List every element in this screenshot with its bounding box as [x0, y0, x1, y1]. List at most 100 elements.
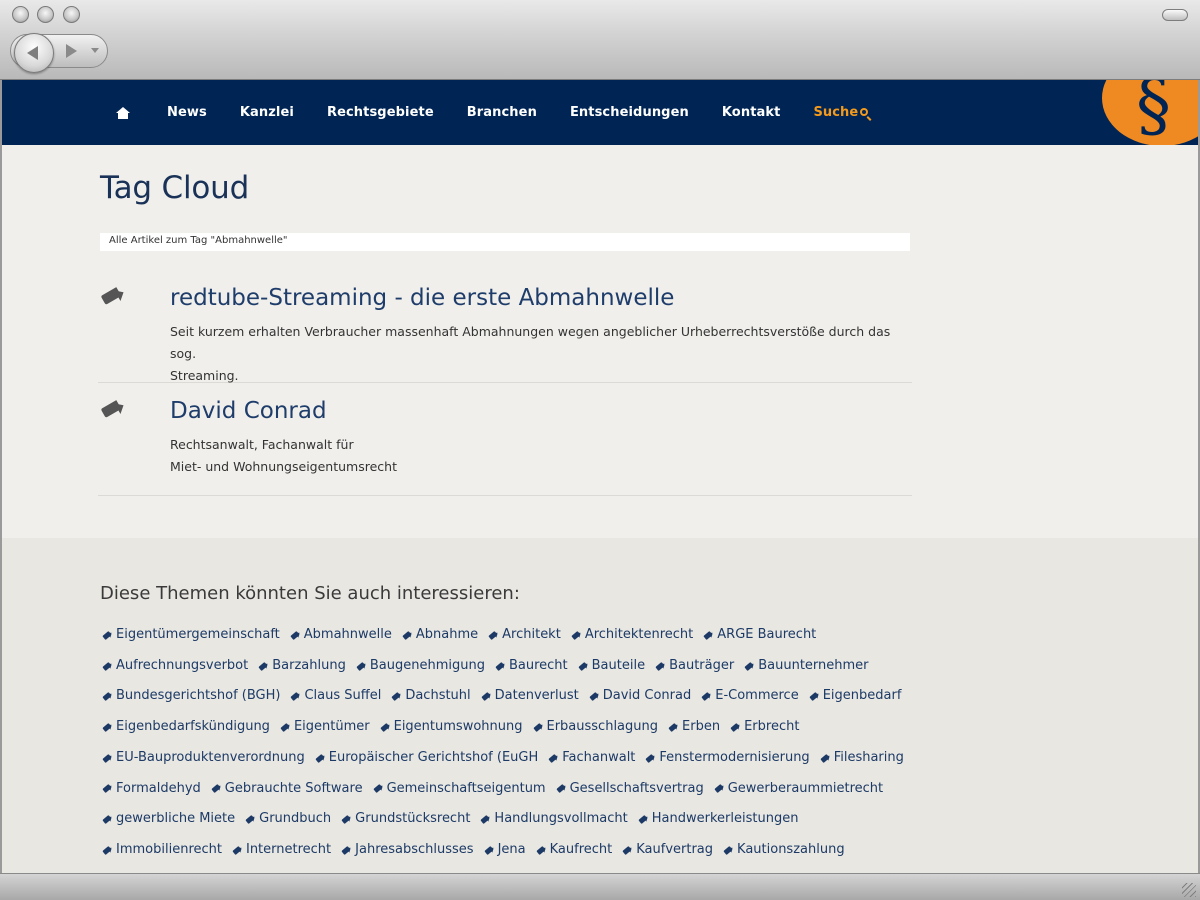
tag-cloud-link[interactable]: Bundesgerichtshof (BGH) — [102, 681, 280, 712]
tag-cloud-label: Fenstermodernisierung — [659, 749, 810, 765]
tag-cloud-label: Immobilienrecht — [116, 841, 222, 857]
tag-cloud-link[interactable]: Gebrauchte Software — [211, 774, 363, 805]
nav-item-kontakt[interactable]: Kontakt — [722, 105, 781, 120]
tag-icon — [571, 632, 582, 639]
tag-icon — [315, 755, 326, 762]
tag-icon — [668, 724, 679, 731]
tag-cloud-link[interactable]: Kündigung — [102, 866, 185, 874]
forward-button[interactable] — [56, 38, 86, 64]
tag-cloud-link[interactable]: Erben — [668, 712, 720, 743]
nav-item-kanzlei[interactable]: Kanzlei — [240, 105, 294, 120]
tag-cloud-link[interactable]: Eigentumswohnung — [380, 712, 523, 743]
toolbar-toggle-button[interactable] — [1162, 9, 1188, 21]
tag-cloud-label: Erbrecht — [744, 719, 800, 735]
close-window-button[interactable] — [12, 6, 29, 23]
tag-cloud-link[interactable]: Jena — [484, 835, 526, 866]
minimize-window-button[interactable] — [37, 6, 54, 23]
tag-cloud-label: Eigenbedarfskündigung — [116, 719, 270, 735]
tag-cloud-link[interactable]: David Conrad — [589, 681, 692, 712]
tag-cloud-label: Eigentumswohnung — [393, 719, 523, 735]
tag-cloud-link[interactable]: Jahresabschlusses — [341, 835, 473, 866]
main-content: Tag Cloud Alle Artikel zum Tag "Abmahnwe… — [2, 145, 1198, 538]
tag-icon — [100, 400, 127, 418]
tag-cloud-link[interactable]: Barzahlung — [258, 651, 346, 682]
zoom-window-button[interactable] — [63, 6, 80, 23]
tag-icon — [536, 847, 547, 854]
article-desc-line: Streaming. — [170, 368, 239, 383]
tag-icon — [484, 847, 495, 854]
tag-cloud-label: Barzahlung — [272, 657, 346, 673]
tag-icon — [102, 663, 113, 670]
history-dropdown-button[interactable] — [88, 44, 102, 58]
nav-item-news[interactable]: News — [167, 105, 207, 120]
tag-cloud-label: EU-Bauproduktenverordnung — [116, 749, 305, 765]
tag-cloud-link[interactable]: Immobilienrecht — [102, 835, 222, 866]
tag-cloud-link[interactable]: Architektenrecht — [571, 620, 693, 651]
tag-cloud-link[interactable]: Gesellschaftsvertrag — [556, 774, 704, 805]
tag-cloud-link[interactable]: Dachstuhl — [391, 681, 470, 712]
tag-cloud-link[interactable]: Datenverlust — [481, 681, 579, 712]
tag-cloud-link[interactable]: Erbrecht — [730, 712, 799, 743]
tag-cloud-link[interactable]: Grundbuch — [245, 804, 331, 835]
resize-grip-icon[interactable] — [1182, 883, 1196, 897]
tag-icon — [102, 632, 113, 639]
tag-cloud-link[interactable]: Internetrecht — [232, 835, 331, 866]
tag-cloud-link[interactable]: Fenstermodernisierung — [645, 743, 809, 774]
tag-cloud-link[interactable]: Filesharing — [820, 743, 904, 774]
tag-icon — [356, 663, 367, 670]
tag-cloud-link[interactable]: Grundstücksrecht — [341, 804, 470, 835]
tag-icon — [102, 693, 113, 700]
tag-cloud: Eigentümergemeinschaft Abmahnwelle Abnahme… — [102, 620, 932, 873]
tag-cloud-link[interactable]: ARGE Baurecht — [703, 620, 816, 651]
tag-cloud-link[interactable]: Bauteile — [578, 651, 645, 682]
tag-cloud-link[interactable]: Handlungsvollmacht — [480, 804, 627, 835]
tag-cloud-label: Eigenbedarf — [822, 688, 902, 704]
tag-icon — [245, 816, 256, 823]
tag-cloud-link[interactable]: Formaldehyd — [102, 774, 201, 805]
article-title-link[interactable]: David Conrad — [170, 398, 327, 424]
tag-cloud-link[interactable]: Kaufvertrag — [622, 835, 713, 866]
tag-cloud-link[interactable]: Eigentümer — [280, 712, 370, 743]
tag-icon — [809, 693, 820, 700]
tag-cloud-link[interactable]: EU-Bauproduktenverordnung — [102, 743, 305, 774]
tag-icon-tip — [114, 287, 127, 301]
nav-item-suche[interactable]: Suche — [813, 105, 869, 120]
tag-cloud-link[interactable]: Aufrechnungsverbot — [102, 651, 248, 682]
tag-cloud-label: Gemeinschaftseigentum — [386, 780, 546, 796]
tag-cloud-link[interactable]: Eigenbedarf — [809, 681, 902, 712]
brand-logo[interactable]: § — [1102, 80, 1198, 146]
nav-item-rechtsgebiete[interactable]: Rechtsgebiete — [327, 105, 434, 120]
tag-cloud-link[interactable]: Kautionszahlung — [723, 835, 845, 866]
tag-cloud-link[interactable]: Erbausschlagung — [533, 712, 659, 743]
tag-cloud-link[interactable]: Gemeinschaftseigentum — [373, 774, 546, 805]
tag-cloud-link[interactable]: Eigentümergemeinschaft — [102, 620, 280, 651]
tag-cloud-link[interactable]: Baurecht — [495, 651, 568, 682]
tag-cloud-link[interactable]: Architekt — [488, 620, 561, 651]
nav-menu: News Kanzlei Rechtsgebiete Branchen Ents… — [116, 80, 901, 145]
back-button[interactable] — [14, 33, 54, 73]
logo-swirl: § — [1136, 80, 1171, 146]
tag-cloud-link[interactable]: Bauträger — [655, 651, 734, 682]
article-desc-line: Seit kurzem erhalten Verbraucher massenh… — [170, 324, 891, 361]
tag-cloud-link[interactable]: Abnahme — [402, 620, 478, 651]
tag-cloud-link[interactable]: Fachanwalt — [548, 743, 635, 774]
tag-cloud-link[interactable]: gewerbliche Miete — [102, 804, 235, 835]
tag-cloud-link[interactable]: E-Commerce — [701, 681, 798, 712]
tag-cloud-link[interactable]: Claus Suffel — [290, 681, 381, 712]
tag-cloud-label: Aufrechnungsverbot — [116, 657, 249, 673]
tag-cloud-label: Kaufrecht — [549, 841, 613, 857]
nav-item-branchen[interactable]: Branchen — [467, 105, 537, 120]
tag-cloud-link[interactable]: Gewerberaummietrecht — [714, 774, 883, 805]
nav-item-entscheidungen[interactable]: Entscheidungen — [570, 105, 689, 120]
tag-icon — [744, 663, 755, 670]
article-title-link[interactable]: redtube-Streaming - die erste Abmahnwell… — [170, 285, 674, 311]
tag-cloud-link[interactable]: Baugenehmigung — [356, 651, 485, 682]
tag-cloud-link[interactable]: Bauunternehmer — [744, 651, 868, 682]
tag-cloud-link[interactable]: Kaufrecht — [536, 835, 613, 866]
tag-cloud-link[interactable]: Eigenbedarfskündigung — [102, 712, 270, 743]
tag-cloud-link[interactable]: Europäischer Gerichtshof (EuGH — [315, 743, 539, 774]
tag-cloud-link[interactable]: Handwerkerleistungen — [638, 804, 799, 835]
home-icon[interactable] — [116, 106, 130, 119]
tag-cloud-link[interactable]: Abmahnwelle — [290, 620, 392, 651]
tag-icon — [548, 755, 559, 762]
